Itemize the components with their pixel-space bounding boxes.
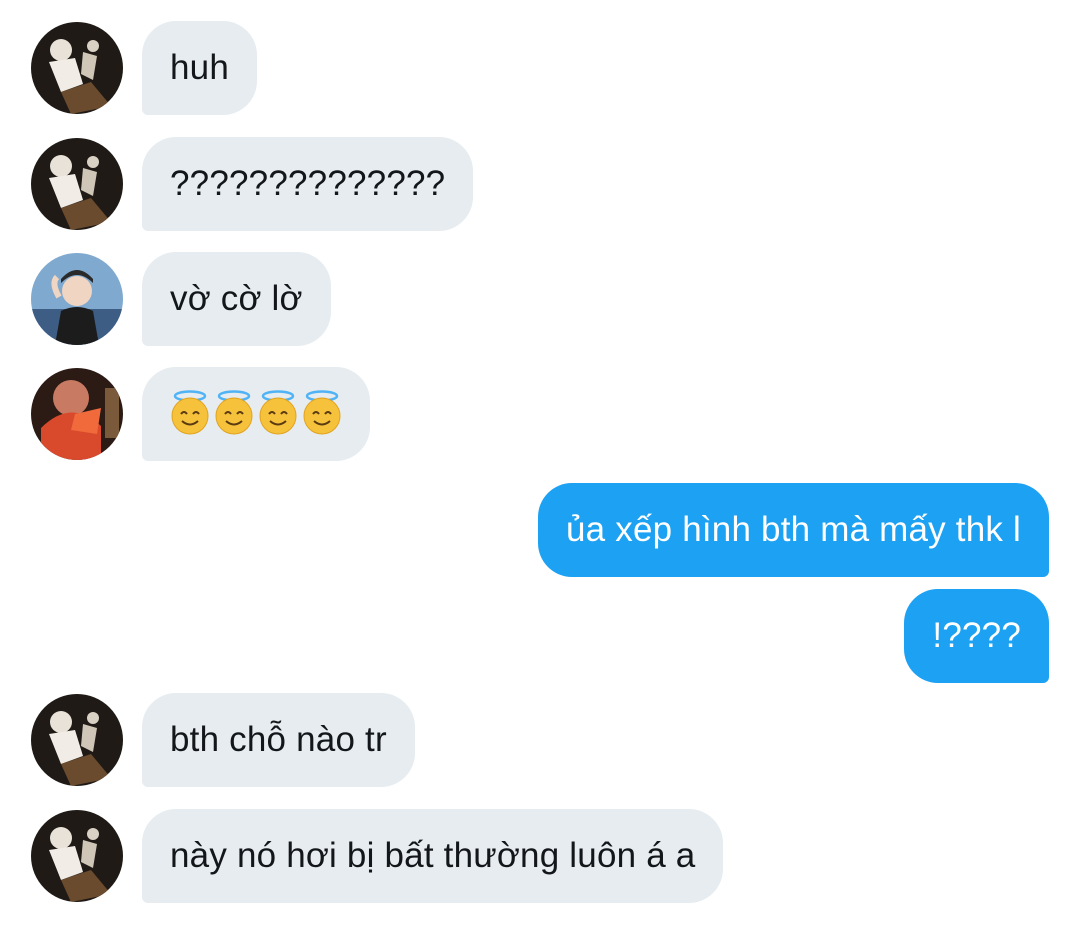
message-bubble-outgoing[interactable]: ủa xếp hình bth mà mấy thk l: [537, 483, 1049, 577]
message-text: này nó hơi bị bất thường luôn á a: [170, 836, 696, 875]
profile-photo: [31, 138, 123, 230]
profile-photo: [31, 368, 123, 460]
message-bubble-incoming[interactable]: ??????????????: [142, 137, 474, 231]
profile-photo: [31, 810, 123, 902]
smiling-face-with-halo-icon: [303, 390, 341, 435]
message-bubble-incoming[interactable]: huh: [142, 21, 257, 115]
smiling-face-with-halo-icon: [259, 390, 297, 435]
avatar-friend-1[interactable]: [31, 810, 123, 902]
profile-photo: [31, 22, 123, 114]
message-bubble-incoming[interactable]: bth chỗ nào tr: [142, 693, 415, 787]
message-bubble-incoming[interactable]: [142, 367, 370, 461]
message-text: ủa xếp hình bth mà mấy thk l: [565, 510, 1021, 549]
message-text: bth chỗ nào tr: [170, 720, 387, 759]
profile-photo: [31, 694, 123, 786]
smiling-face-with-halo-icon: [215, 390, 253, 435]
emoji-group: [170, 390, 342, 436]
avatar-friend-1[interactable]: [31, 138, 123, 230]
message-text: vờ cờ lờ: [170, 279, 303, 318]
avatar-friend-2[interactable]: [31, 253, 123, 345]
message-text: ??????????????: [170, 164, 446, 203]
avatar-friend-1[interactable]: [31, 22, 123, 114]
avatar-friend-1[interactable]: [31, 694, 123, 786]
message-bubble-outgoing[interactable]: !????: [904, 589, 1049, 683]
profile-photo: [31, 253, 123, 345]
message-text: huh: [170, 48, 229, 87]
avatar-friend-3[interactable]: [31, 368, 123, 460]
message-bubble-incoming[interactable]: này nó hơi bị bất thường luôn á a: [142, 809, 724, 903]
message-bubble-incoming[interactable]: vờ cờ lờ: [142, 252, 331, 346]
message-text: !????: [932, 616, 1021, 655]
smiling-face-with-halo-icon: [171, 390, 209, 435]
